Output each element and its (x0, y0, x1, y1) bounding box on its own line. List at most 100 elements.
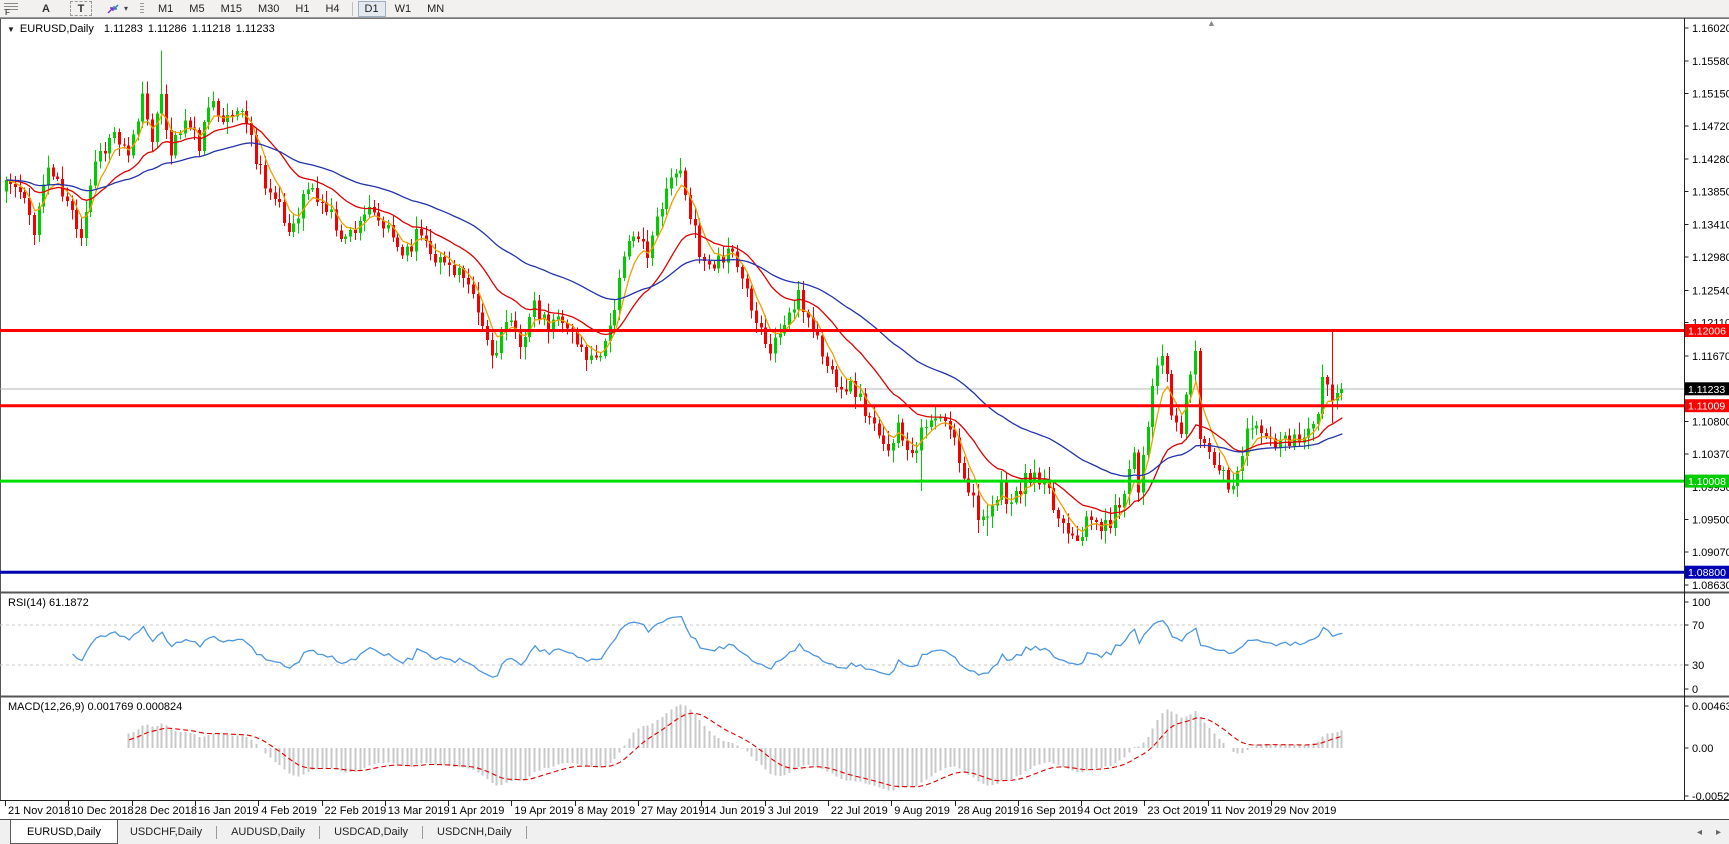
date-axis-label: 28 Dec 2018 (135, 805, 197, 817)
rsi-scale-label: 100 (1692, 597, 1710, 609)
price-axis-label: 1.14720 (1692, 121, 1729, 133)
macd-indicator-label: MACD(12,26,9) 0.001769 0.000824 (8, 701, 183, 713)
toolbar: F A T ▾ M1 M5 M15 M30 H1 H4 D1 W1 MN (0, 0, 1729, 18)
dropdown-caret-icon: ▾ (124, 4, 129, 13)
timeframe-button-m30[interactable]: M30 (251, 1, 286, 17)
toolbar-drag-handle[interactable] (140, 2, 145, 15)
price-axis-label: 1.15150 (1692, 89, 1729, 101)
chart-tab-usdcad-daily[interactable]: USDCAD,Daily (322, 820, 420, 844)
arrows-tool-button[interactable]: ▾ (106, 3, 128, 15)
chart-tab-bar: EURUSD,Daily USDCHF,Daily AUDUSD,Daily USDC… (0, 819, 1729, 844)
tabs-scroll-right-icon[interactable]: ▸ (1716, 827, 1721, 838)
axis-price-tag-support-green: 1.10008 (1685, 474, 1729, 488)
rsi-scale-label: 70 (1692, 620, 1704, 632)
tab-divider (319, 825, 321, 839)
svg-text:1.11233: 1.11233 (1688, 384, 1725, 396)
f-glyph: F (5, 7, 10, 17)
date-axis-label: 16 Jan 2019 (198, 805, 259, 817)
axis-price-tag-resistance-upper: 1.12006 (1685, 324, 1729, 338)
chart-menu-caret-icon[interactable]: ▼ (7, 25, 15, 34)
date-axis-label: 23 Oct 2019 (1147, 805, 1207, 817)
price-axis-label: 1.13410 (1692, 220, 1729, 232)
chart-tabs: EURUSD,Daily USDCHF,Daily AUDUSD,Daily USDC… (0, 820, 529, 844)
date-axis-label: 28 Aug 2019 (958, 805, 1020, 817)
timeframe-button-d1[interactable]: D1 (357, 0, 386, 17)
date-axis-label: 4 Oct 2019 (1084, 805, 1138, 817)
svg-text:1.08800: 1.08800 (1688, 567, 1726, 579)
chart-tab-audusd-daily[interactable]: AUDUSD,Daily (219, 820, 317, 844)
date-axis-label: 1 Apr 2019 (451, 805, 504, 817)
chart-shift-marker-icon[interactable]: ▲ (1207, 19, 1216, 28)
price-axis-label: 1.08630 (1692, 580, 1729, 592)
svg-text:1.12006: 1.12006 (1688, 326, 1726, 338)
price-axis-label: 1.14280 (1692, 154, 1729, 166)
date-axis-label: 11 Nov 2019 (1211, 805, 1273, 817)
rsi-scale-label: 30 (1692, 660, 1704, 672)
timeframe-button-h1[interactable]: H1 (288, 1, 316, 17)
price-axis-label: 1.12980 (1692, 252, 1729, 264)
chart-title: ▼ EURUSD,Daily 1.11283 1.11286 1.11218 1… (7, 23, 280, 35)
timeframe-button-m5[interactable]: M5 (182, 1, 211, 17)
date-axis-label: 22 Feb 2019 (325, 805, 387, 817)
timeframe-button-mn[interactable]: MN (420, 1, 451, 17)
date-axis-label: 9 Aug 2019 (894, 805, 950, 817)
price-axis-label: 1.10800 (1692, 416, 1729, 428)
date-axis-label: 19 Apr 2019 (514, 805, 573, 817)
timeframe-button-h4[interactable]: H4 (318, 1, 346, 17)
price-axis-label: 1.09070 (1692, 547, 1729, 559)
date-axis-label: 14 Jun 2019 (704, 805, 765, 817)
tab-divider (216, 825, 218, 839)
price-chart-svg[interactable]: 1.16020 1.15580 1.15150 1.14720 1.14280 1.138… (0, 18, 1729, 819)
date-axis-label: 4 Feb 2019 (261, 805, 317, 817)
chart-tab-usdchf-daily[interactable]: USDCHF,Daily (118, 820, 214, 844)
svg-text:1.10008: 1.10008 (1688, 476, 1726, 488)
price-axis-label: 1.12540 (1692, 285, 1729, 297)
quote-high: 1.11286 (147, 23, 187, 35)
chart-tab-eurusd-daily[interactable]: EURUSD,Daily (10, 820, 118, 844)
macd-scale-label: 0.00 (1692, 743, 1713, 755)
toolbar-grip-f-icon[interactable]: F (2, 2, 22, 17)
date-axis-label: 22 Jul 2019 (831, 805, 888, 817)
price-axis-label: 1.09500 (1692, 514, 1729, 526)
price-axis-label: 1.15580 (1692, 56, 1729, 68)
timeframe-separator (351, 1, 353, 16)
price-axis-label: 1.11670 (1692, 351, 1729, 363)
date-axis-label: 29 Nov 2019 (1274, 805, 1336, 817)
chart-frame (0, 18, 1729, 819)
quote-close: 1.11233 (235, 23, 275, 35)
macd-scale-label: -0.005299 (1692, 791, 1729, 803)
text-a-tool-button[interactable]: A (36, 1, 56, 16)
date-axis-label: 16 Sep 2019 (1021, 805, 1083, 817)
axis-price-tag-current: 1.11233 (1685, 382, 1729, 396)
chart-symbol-period: EURUSD,Daily (19, 23, 94, 35)
timeframe-toolbar: M1 M5 M15 M30 H1 H4 D1 W1 MN (150, 0, 452, 18)
svg-text:1.11009: 1.11009 (1688, 401, 1725, 413)
date-axis-label: 13 Mar 2019 (388, 805, 450, 817)
date-axis-label: 21 Nov 2018 (8, 805, 70, 817)
timeframe-button-m1[interactable]: M1 (151, 1, 180, 17)
text-label-tool-button[interactable]: T (70, 1, 92, 16)
macd-scale-label: 0.00463 (1692, 701, 1729, 713)
tab-divider (525, 825, 527, 839)
mt4-window: F A T ▾ M1 M5 M15 M30 H1 H4 D1 W1 MN 1.16020 1.15… (0, 0, 1729, 844)
quote-open: 1.11283 (103, 23, 143, 35)
date-axis-label: 8 May 2019 (578, 805, 635, 817)
axis-price-tag-resistance-lower: 1.11009 (1685, 399, 1729, 413)
date-axis-label: 27 May 2019 (641, 805, 705, 817)
rsi-indicator-label: RSI(14) 61.1872 (8, 597, 89, 609)
timeframe-button-m15[interactable]: M15 (214, 1, 249, 17)
tabs-scroll-left-icon[interactable]: ◂ (1697, 827, 1702, 838)
price-axis-label: 1.13850 (1692, 187, 1729, 199)
date-axis-label: 10 Dec 2018 (71, 805, 133, 817)
price-axis-label: 1.16020 (1692, 23, 1729, 35)
date-axis-label: 3 Jul 2019 (768, 805, 819, 817)
quote-low: 1.11218 (191, 23, 231, 35)
tab-scroll-nav: ◂ ▸ (1697, 820, 1721, 844)
axis-price-tag-support-blue: 1.08800 (1685, 565, 1729, 579)
diagonal-arrows-icon (107, 4, 119, 13)
chart-area: 1.16020 1.15580 1.15150 1.14720 1.14280 1.138… (0, 18, 1729, 819)
timeframe-button-w1[interactable]: W1 (388, 1, 419, 17)
rsi-scale-label: 0 (1692, 684, 1698, 696)
chart-tab-usdcnh-daily[interactable]: USDCNH,Daily (425, 820, 524, 844)
tab-divider (422, 825, 424, 839)
